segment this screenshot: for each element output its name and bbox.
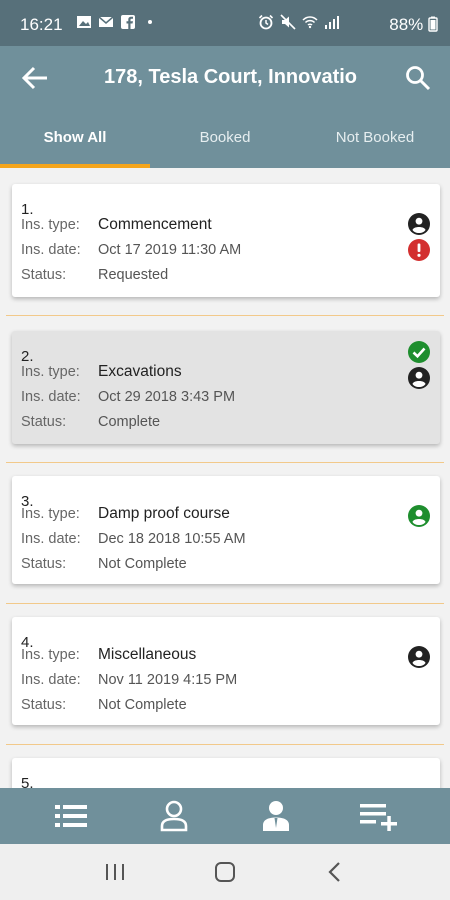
mail-icon (98, 16, 114, 27)
arrow-left-icon (21, 66, 47, 90)
home-icon (215, 862, 235, 882)
type-value: Excavations (98, 363, 182, 380)
date-value: Nov 11 2019 4:15 PM (98, 672, 238, 688)
person-icon (408, 646, 430, 668)
nav-inspector-button[interactable] (256, 796, 296, 836)
status-label: Status: (21, 556, 67, 572)
status-value: Not Complete (98, 556, 187, 572)
nav-list-button[interactable] (51, 796, 91, 836)
person-icon (408, 367, 430, 389)
dot-icon (148, 20, 152, 24)
inspection-card-1[interactable]: 1. Ins. type: Commencement Ins. date: Oc… (12, 184, 440, 297)
status-label: Status: (21, 267, 67, 283)
facebook-icon (121, 15, 135, 29)
date-value: Oct 29 2018 3:43 PM (98, 389, 236, 405)
type-value: Miscellaneous (98, 646, 197, 663)
person-icon (408, 213, 430, 235)
date-label: Ins. date: (21, 242, 81, 258)
nav-profile-button[interactable] (154, 796, 194, 836)
back-button[interactable] (20, 64, 52, 92)
date-label: Ins. date: (21, 531, 81, 547)
system-nav-bar (0, 844, 450, 900)
status-value: Complete (98, 414, 161, 430)
divider (6, 462, 444, 463)
tab-show-all[interactable]: Show All (0, 112, 150, 168)
signal-icon (325, 16, 339, 29)
type-label: Ins. type: (21, 506, 80, 522)
type-value: Commencement (98, 216, 212, 233)
tab-booked[interactable]: Booked (150, 112, 300, 168)
tab-not-booked[interactable]: Not Booked (300, 112, 450, 168)
search-button[interactable] (404, 64, 432, 92)
inspector-icon (263, 801, 290, 831)
system-back-button[interactable] (315, 852, 355, 892)
inspection-list: 1. Ins. type: Commencement Ins. date: Oc… (0, 168, 450, 788)
divider (6, 603, 444, 604)
type-label: Ins. type: (21, 364, 80, 380)
type-label: Ins. type: (21, 647, 80, 663)
status-label: Status: (21, 697, 67, 713)
type-label: Ins. type: (21, 217, 80, 233)
nav-add-button[interactable] (359, 796, 399, 836)
mute-icon (280, 14, 296, 30)
divider (6, 744, 444, 745)
divider (6, 315, 444, 316)
recent-apps-icon (106, 864, 124, 880)
status-value: Not Complete (98, 697, 187, 713)
profile-icon (160, 800, 188, 832)
bottom-nav (0, 788, 450, 844)
type-value: Damp proof course (98, 505, 230, 522)
list-icon (55, 805, 88, 827)
filter-tabs: Show All Booked Not Booked (0, 112, 450, 168)
add-to-list-icon (359, 804, 397, 831)
alarm-icon (258, 14, 274, 30)
status-value: Requested (98, 267, 169, 283)
card-number: 5. (21, 775, 34, 788)
card-number: 2. (21, 348, 34, 365)
status-label: Status: (21, 414, 67, 430)
status-time: 16:21 (20, 15, 63, 34)
home-button[interactable] (205, 852, 245, 892)
inspection-card-2[interactable]: 2. Ins. type: Excavations Ins. date: Oct… (12, 331, 440, 444)
inspection-card-5[interactable]: 5. (12, 758, 440, 788)
gallery-icon (77, 16, 91, 28)
search-icon (406, 66, 431, 91)
app-bar: 178, Tesla Court, Innovatio Show All Boo… (0, 46, 450, 168)
date-label: Ins. date: (21, 389, 81, 405)
status-bar: 16:21 88% (0, 0, 450, 46)
card-number: 1. (21, 201, 34, 218)
recent-apps-button[interactable] (95, 852, 135, 892)
page-title: 178, Tesla Court, Innovatio (104, 66, 358, 88)
inspection-card-3[interactable]: 3. Ins. type: Damp proof course Ins. dat… (12, 476, 440, 584)
battery-icon (428, 16, 438, 32)
battery-level: 88% (389, 15, 438, 35)
date-value: Oct 17 2019 11:30 AM (98, 242, 242, 258)
date-value: Dec 18 2018 10:55 AM (98, 531, 246, 547)
date-label: Ins. date: (21, 672, 81, 688)
person-green-icon (408, 505, 430, 527)
check-icon (408, 341, 430, 363)
chevron-left-icon (328, 862, 340, 882)
wifi-icon (302, 16, 318, 29)
alert-icon (408, 239, 430, 261)
inspection-card-4[interactable]: 4. Ins. type: Miscellaneous Ins. date: N… (12, 617, 440, 725)
